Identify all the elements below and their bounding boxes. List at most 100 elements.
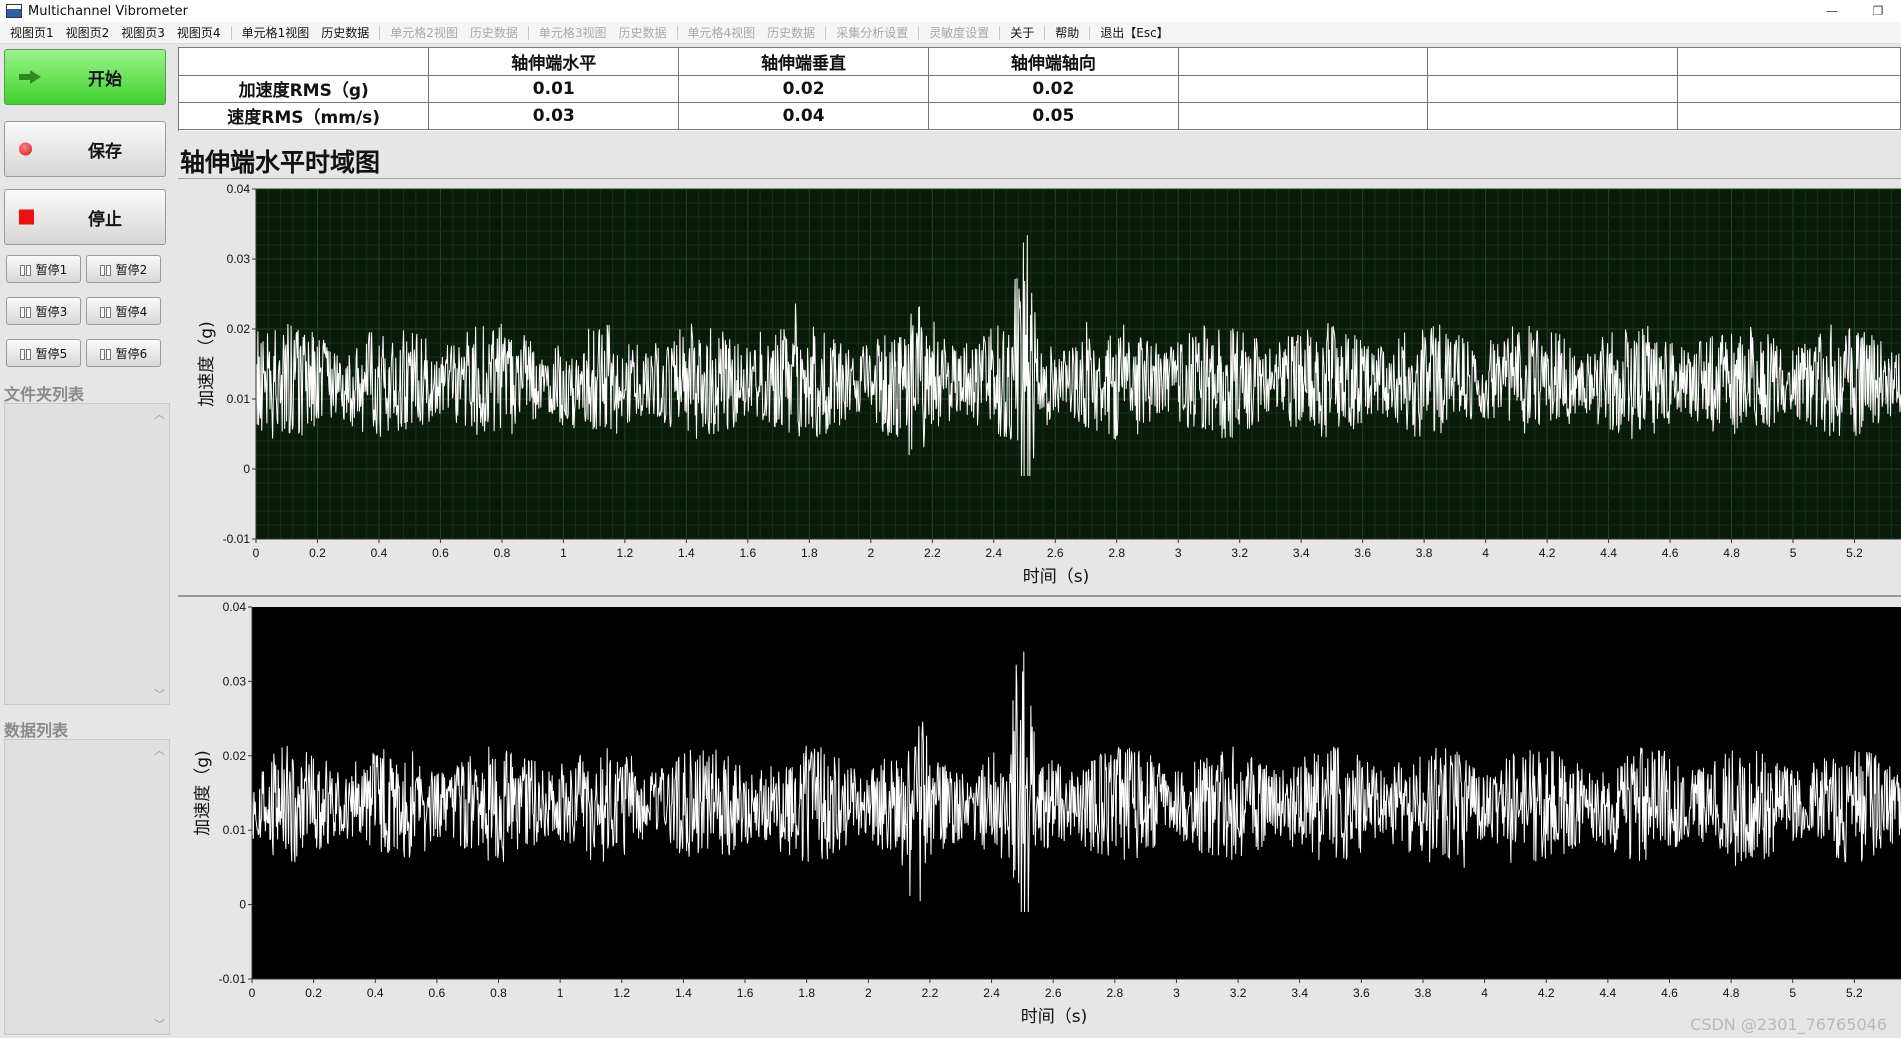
table-cell — [1178, 102, 1429, 130]
x-tick-label: 0.6 — [429, 986, 446, 1000]
pause-button-6[interactable]: 暂停6 — [86, 339, 161, 367]
table-cell: 0.05 — [928, 102, 1179, 130]
menu-item[interactable]: 视图页1 — [4, 22, 60, 44]
table-cell: 0.02 — [678, 75, 929, 103]
y-tick-label: 0.02 — [227, 322, 251, 336]
table-cell — [1677, 102, 1901, 130]
data-list-label: 数据列表 — [4, 721, 69, 740]
menu-item[interactable]: 视图页4 — [171, 22, 227, 44]
rms-table: 轴伸端水平 轴伸端垂直 轴伸端轴向 加速度RMS（g) 0.01 0.02 0.02 速度… — [178, 47, 1901, 131]
menu-separator — [918, 25, 920, 40]
x-tick-label: 0.4 — [371, 546, 388, 560]
y-tick-label: 0.01 — [227, 392, 251, 406]
y-tick-label: 0 — [243, 462, 250, 476]
pause-button-label: 暂停1 — [35, 262, 68, 277]
y-axis-label: 加速度（g) — [193, 750, 213, 835]
time-domain-chart-1: 0.04 0.03 0.02 0.01 0 -0.01 0 0.2 0.4 0.6 0.8 1 1.2 1… — [178, 178, 1901, 592]
pause-button-1[interactable]: 暂停1 — [6, 255, 81, 283]
data-list[interactable]: ︿ ﹀ — [4, 739, 170, 1035]
folder-list[interactable]: ︿ ﹀ — [4, 403, 170, 705]
pause-button-label: 暂停4 — [115, 304, 148, 319]
x-tick-label: 2.8 — [1108, 546, 1125, 560]
table-cell — [1427, 75, 1679, 103]
save-button[interactable]: 保存 — [4, 121, 166, 177]
table-cell — [1677, 75, 1901, 103]
menu-item[interactable]: 视图页3 — [115, 22, 171, 44]
x-tick-label: 3.2 — [1230, 986, 1247, 1000]
table-cell: 0.02 — [928, 75, 1179, 103]
table-header-row: 轴伸端水平 轴伸端垂直 轴伸端轴向 — [179, 48, 1901, 76]
pause-button-2[interactable]: 暂停2 — [86, 255, 161, 283]
y-tick-label: 0.03 — [223, 674, 247, 688]
menu-item: 历史数据 — [469, 25, 518, 40]
menu-item: 灵敏度设置 — [929, 25, 990, 40]
x-tick-label: 1.6 — [740, 546, 757, 560]
menu-separator — [999, 25, 1001, 40]
x-tick-label: 2 — [867, 546, 874, 560]
x-tick-label: 4 — [1481, 986, 1488, 1000]
x-tick-label: 0 — [253, 546, 260, 560]
y-tick-label: 0.01 — [223, 823, 247, 837]
window-controls: — ❐ — [1809, 0, 1901, 22]
scroll-down-icon[interactable]: ﹀ — [154, 686, 165, 702]
pause-button-4[interactable]: 暂停4 — [86, 297, 161, 325]
menu-item[interactable]: 历史数据 — [315, 22, 375, 44]
table-cell: 0.04 — [678, 102, 929, 130]
scroll-up-icon[interactable]: ︿ — [154, 406, 165, 422]
menu-bar: 视图页1 视图页2 视图页3 视图页4 单元格1视图 历史数据 单元格2视图 历史数据 单元格3… — [0, 22, 1901, 44]
x-tick-label: 4.4 — [1600, 986, 1617, 1000]
menu-item: 单元格2视图 — [390, 25, 458, 40]
minimize-button[interactable]: — — [1809, 0, 1855, 22]
y-tick-label: 0.04 — [227, 182, 251, 196]
x-tick-label: 3.4 — [1293, 546, 1310, 560]
x-tick-label: 1.8 — [801, 546, 818, 560]
table-header-cell: 轴伸端垂直 — [678, 48, 929, 76]
menu-item[interactable]: 帮助 — [1049, 22, 1085, 44]
x-tick-label: 3.6 — [1354, 546, 1371, 560]
x-tick-label: 4.4 — [1600, 546, 1617, 560]
title-bar: Multichannel Vibrometer — ❐ — [0, 0, 1901, 22]
table-row: 速度RMS（mm/s) 0.03 0.04 0.05 — [179, 102, 1901, 130]
x-tick-label: 1.4 — [675, 986, 692, 1000]
scroll-up-icon[interactable]: ︿ — [154, 742, 165, 758]
menu-item[interactable]: 退出【Esc】 — [1094, 22, 1174, 44]
x-tick-label: 3 — [1173, 986, 1180, 1000]
x-tick-label: 2.2 — [922, 986, 939, 1000]
x-axis-label: 时间（s) — [1023, 567, 1090, 587]
pause-button-5[interactable]: 暂停5 — [6, 339, 81, 367]
x-tick-label: 2.8 — [1106, 986, 1123, 1000]
x-tick-label: 1.8 — [798, 986, 815, 1000]
x-tick-label: 2.4 — [985, 546, 1002, 560]
start-button-label: 开始 — [88, 69, 122, 90]
app-icon — [6, 4, 22, 18]
menu-item[interactable]: 关于 — [1004, 22, 1040, 44]
restore-button[interactable]: ❐ — [1855, 0, 1901, 22]
x-tick-label: 5 — [1790, 546, 1797, 560]
x-tick-label: 1.4 — [678, 546, 695, 560]
table-cell — [1427, 102, 1679, 130]
x-tick-label: 4.2 — [1539, 546, 1556, 560]
menu-item[interactable]: 单元格1视图 — [236, 22, 316, 44]
table-header-cell — [1677, 48, 1901, 76]
start-button[interactable]: 开始 — [4, 49, 166, 105]
pause-button-3[interactable]: 暂停3 — [6, 297, 81, 325]
y-tick-label: -0.01 — [219, 972, 247, 986]
x-tick-label: 4.8 — [1723, 546, 1740, 560]
stop-button[interactable]: 停止 — [4, 189, 166, 245]
table-cell: 0.03 — [428, 102, 680, 130]
x-tick-label: 0 — [249, 986, 256, 1000]
x-tick-label: 0.2 — [309, 546, 326, 560]
menu-item[interactable]: 视图页2 — [60, 22, 116, 44]
y-tick-label: 0.04 — [223, 600, 247, 614]
x-tick-label: 3.8 — [1416, 546, 1433, 560]
time-domain-chart-2: 0.04 0.03 0.02 0.01 0 -0.01 0 0.2 0.4 0.6 0.8 1 1.2 1… — [178, 595, 1901, 1038]
table-header-cell: 轴伸端轴向 — [928, 48, 1179, 76]
x-tick-label: 5.2 — [1846, 986, 1863, 1000]
scroll-down-icon[interactable]: ﹀ — [154, 1016, 165, 1032]
pause-button-label: 暂停6 — [115, 346, 148, 361]
menu-item: 单元格3视图 — [538, 25, 607, 40]
x-tick-label: 5 — [1789, 986, 1796, 1000]
chart-title: 轴伸端水平时域图 — [180, 148, 381, 177]
row-label-cell: 加速度RMS（g) — [179, 75, 430, 103]
x-tick-label: 1.6 — [737, 986, 754, 1000]
